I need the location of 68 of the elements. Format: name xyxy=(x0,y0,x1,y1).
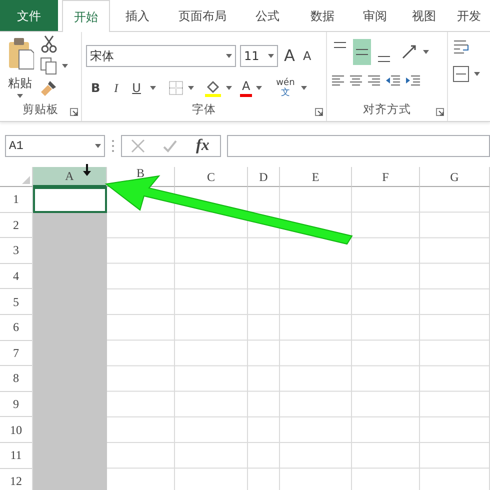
fill-color-icon[interactable] xyxy=(204,79,222,97)
scissors-icon[interactable] xyxy=(40,35,58,53)
caret-icon xyxy=(150,86,156,90)
ribbon-tab[interactable]: 页面布局 xyxy=(165,0,240,31)
caret-icon xyxy=(256,86,262,90)
ribbon-tab[interactable]: 开始 xyxy=(62,0,110,32)
caret-icon xyxy=(226,54,232,58)
ribbon-tab[interactable]: 数据 xyxy=(295,0,350,31)
decrease-indent-icon[interactable] xyxy=(385,73,401,87)
column-header-label[interactable]: B xyxy=(136,167,144,180)
font-color-button[interactable]: A xyxy=(240,79,252,97)
ribbon-tab[interactable]: 开发 xyxy=(448,0,490,31)
vertical-align-button[interactable] xyxy=(353,39,371,65)
border-icon[interactable] xyxy=(168,80,184,96)
grow-font-button[interactable]: A xyxy=(282,43,297,69)
shrink-font-button[interactable]: A xyxy=(300,46,314,66)
column-header-label[interactable]: E xyxy=(312,168,320,186)
italic-button[interactable]: I xyxy=(109,77,124,99)
formula-input-field[interactable] xyxy=(227,135,490,157)
dialog-launcher-icon[interactable] xyxy=(315,108,323,116)
caret-icon xyxy=(95,144,101,148)
name-box[interactable]: A1 xyxy=(5,135,105,157)
ribbon-tab[interactable]: 审阅 xyxy=(350,0,400,31)
file-menu-tab[interactable]: 文件 xyxy=(0,0,58,31)
font-name-dropdown[interactable]: 宋体 xyxy=(86,45,236,67)
caret-icon xyxy=(226,86,232,90)
group-label: 对齐方式 xyxy=(362,101,412,118)
column-header[interactable]: A xyxy=(33,167,107,187)
group-label: 剪贴板 xyxy=(22,101,60,118)
align-right-icon[interactable] xyxy=(367,73,381,87)
clipboard-icon xyxy=(6,36,34,72)
column-header-label[interactable]: C xyxy=(206,168,215,186)
group-label: 字体 xyxy=(191,101,217,118)
column-header-label[interactable]: F xyxy=(382,168,389,186)
table-cell[interactable] xyxy=(33,187,107,213)
table-cell[interactable] xyxy=(33,468,107,490)
dialog-launcher-icon[interactable] xyxy=(436,108,444,116)
more-options-icon xyxy=(111,139,115,153)
merge-cells-icon[interactable] xyxy=(452,65,470,83)
bold-button[interactable]: B xyxy=(86,77,106,99)
column-header-label[interactable]: G xyxy=(450,168,459,186)
ribbon-tab[interactable]: 公式 xyxy=(240,0,295,31)
align-lines-icon xyxy=(377,56,391,62)
caret-icon xyxy=(300,86,307,90)
table-cell[interactable] xyxy=(33,212,107,238)
increase-indent-icon[interactable] xyxy=(405,73,421,87)
format-painter-icon[interactable] xyxy=(40,79,58,97)
text-orientation-icon[interactable] xyxy=(401,44,419,60)
paste-button[interactable]: 粘贴 xyxy=(4,35,36,101)
dialog-launcher-icon[interactable] xyxy=(70,108,78,116)
align-lines-icon xyxy=(355,49,369,55)
align-left-icon[interactable] xyxy=(331,73,345,87)
phonetic-guide-button[interactable]: wén 文 xyxy=(274,78,297,98)
caret-icon xyxy=(17,94,23,98)
copy-icon[interactable] xyxy=(40,57,58,75)
align-center-icon[interactable] xyxy=(349,73,363,87)
column-header-label[interactable]: D xyxy=(259,168,268,186)
ribbon-tab[interactable]: 视图 xyxy=(400,0,448,31)
font-size-dropdown[interactable]: 11 xyxy=(240,45,278,67)
caret-icon xyxy=(268,54,274,58)
caret-icon xyxy=(62,64,68,68)
caret-icon xyxy=(423,50,429,54)
caret-icon xyxy=(188,86,194,90)
caret-icon xyxy=(474,72,480,76)
underline-button[interactable]: U xyxy=(127,77,146,99)
align-lines-icon xyxy=(333,42,347,48)
ribbon-tab[interactable]: 插入 xyxy=(110,0,165,31)
down-arrow-cursor-icon xyxy=(83,164,91,176)
